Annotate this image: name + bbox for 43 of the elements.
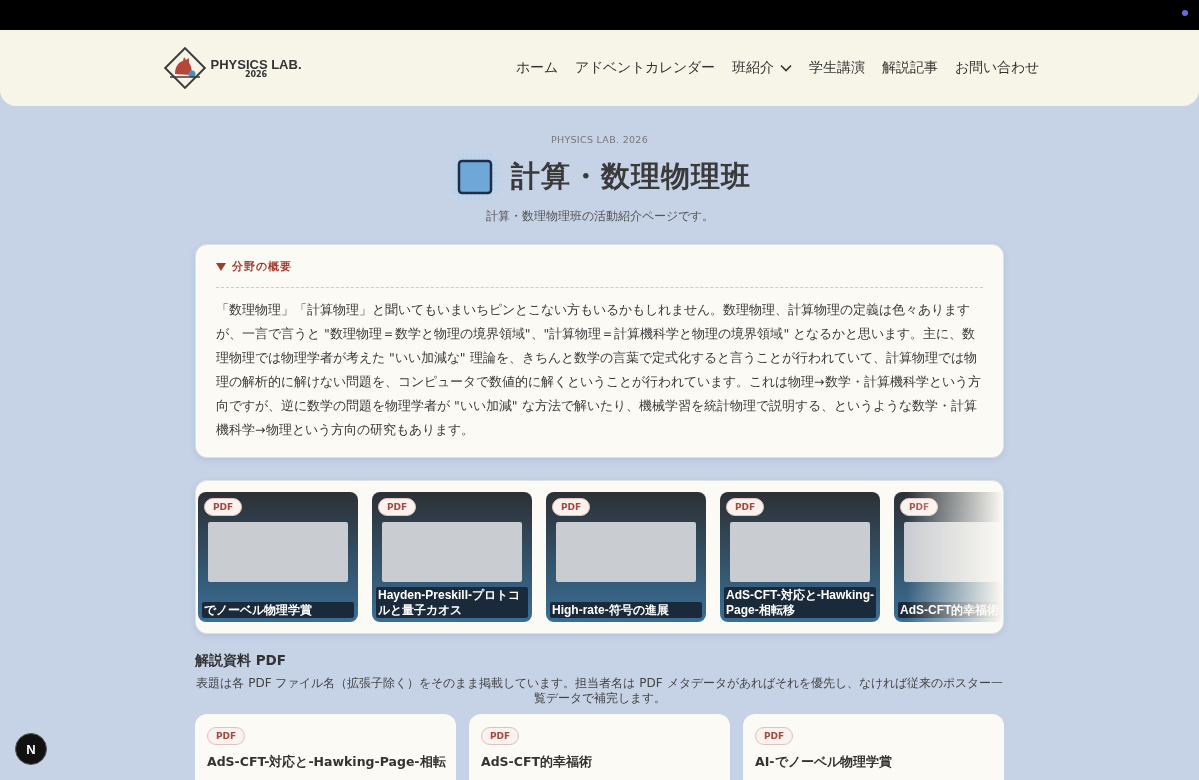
pdf-title: AI-でノーベル物理学賞 (755, 753, 893, 771)
nav-link[interactable]: 班紹介 (731, 59, 792, 77)
overview-toggle[interactable]: 分野の概要 (216, 260, 983, 274)
pdf-title: AdS-CFT-対応と-Hawking-Page-相転 (207, 753, 444, 771)
section-heading: 解説資料 PDF (195, 652, 288, 670)
pdf-card[interactable]: PDF AI-でノーベル物理学賞 (743, 714, 1004, 780)
section-note: 表題は各 PDF ファイル名（拡張子除く）をそのまま掲載しています。担当者名は PDF メタデータがあればそれを優先し、なければ従来のポスター一覧データで補完します。 (195, 676, 1004, 706)
document-preview[interactable]: PDF でノーベル物理学賞 (198, 492, 358, 622)
page-subtitle: 計算・数理物理班の活動紹介ページです。 (484, 209, 715, 224)
nav-link[interactable]: 解説記事 (881, 59, 938, 77)
nav-link[interactable]: ホーム (515, 59, 558, 77)
pdf-badge: PDF (204, 498, 243, 516)
dev-tools-button[interactable]: N (15, 733, 47, 765)
preview-caption: AdS-CFT-対応と-Hawking-Page-相転移 (724, 587, 876, 618)
preview-caption: でノーベル物理学賞 (202, 601, 354, 618)
overview-text: 「数理物理」「計算物理」と聞いてもいまいちピンとこない方もいるかもしれません。数理物理、計算物理の定義は色々ありますが、一言で言うと "数理物理＝数学と物理の境界領域"、"計算物理＝計算機科学と物理の境界領域" となるかと思います。主に、数理物理では物理学者が考えた "いい加減な" 理論を、きちんと数学の言葉で定式化すると言うことが行われていて、計算物理では物理の解析的に解けない問題を、コンピュータで数値的に解くということが行われています。これは物理→数学・計算機科学という方向ですが、逆に数学の問題を物理学者が "いい加減" な方法で解いたり、機械学習を統計物理で説明する、というような数学・計算機科学→物理という方向の研究もあります。 (216, 301, 982, 439)
logo-text[interactable]: PHYSICS LAB. (210, 57, 302, 71)
preview-caption: Hayden-Preskill-プロトコルと量子カオス (376, 587, 528, 618)
status-dot (1182, 10, 1188, 16)
preview-caption: High-rate-符号の進展 (550, 601, 702, 618)
pdf-card[interactable]: PDF AdS-CFT-対応と-Hawking-Page-相転 (195, 714, 456, 780)
chip-icon (448, 151, 501, 203)
page-title: 計算・数理物理班 (510, 158, 751, 195)
pdf-badge: PDF (755, 727, 794, 745)
pdf-card[interactable]: PDF AdS-CFT的幸福術 (469, 714, 730, 780)
pdf-badge: PDF (207, 727, 246, 745)
document-preview[interactable]: PDF High-rate-符号の進展 (546, 492, 706, 622)
nav-link[interactable]: お問い合わせ (954, 59, 1039, 77)
pdf-badge: PDF (481, 727, 520, 745)
pdf-title: AdS-CFT的幸福術 (481, 753, 594, 771)
triangle-icon (216, 263, 226, 271)
logo-year: 2026 (244, 70, 268, 79)
pdf-badge: PDF (726, 498, 765, 516)
chevron-down-icon (779, 64, 792, 72)
pdf-badge: PDF (900, 498, 939, 516)
nav-link[interactable]: アドベントカレンダー (574, 59, 715, 77)
pdf-badge: PDF (378, 498, 417, 516)
overview-summary: 分野の概要 (232, 260, 292, 274)
pdf-badge: PDF (552, 498, 591, 516)
nav-link[interactable]: 学生講演 (808, 59, 865, 77)
document-preview[interactable]: PDF Hayden-Preskill-プロトコルと量子カオス (372, 492, 532, 622)
document-preview[interactable]: PDF AdS-CFT-対応と-Hawking-Page-相転移 (720, 492, 880, 622)
site-eyebrow: PHYSICS LAB. 2026 (549, 134, 649, 145)
